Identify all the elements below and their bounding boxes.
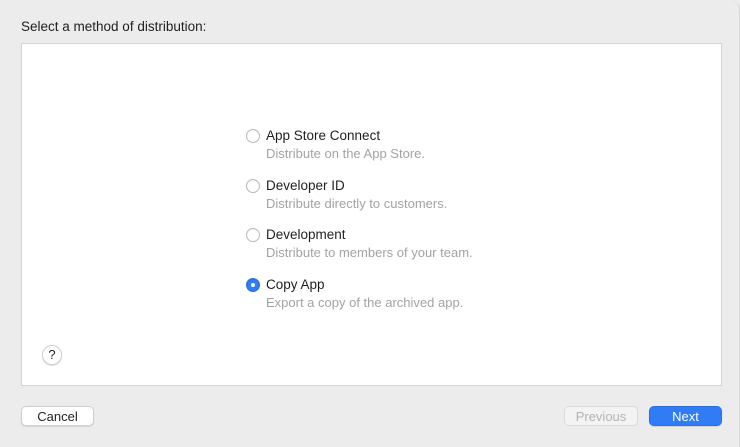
option-description: Distribute to members of your team. [266, 245, 473, 260]
question-mark-icon: ? [48, 347, 56, 362]
radio-copy-app[interactable] [246, 277, 260, 292]
option-title: Development [266, 227, 346, 242]
cancel-button[interactable]: Cancel [21, 406, 94, 426]
distribution-options-panel: App Store Connect Distribute on the App … [21, 43, 722, 386]
option-title: App Store Connect [266, 128, 381, 143]
option-description: Export a copy of the archived app. [266, 294, 464, 310]
option-description: Distribute directly to customers. [266, 195, 448, 211]
option-description: Distribute on the App Store. [266, 146, 425, 161]
prompt-label: Select a method of distribution: [21, 19, 207, 34]
previous-button[interactable]: Previous [564, 406, 638, 426]
option-title: Copy App [266, 276, 325, 292]
radio-development[interactable] [246, 228, 260, 242]
help-button[interactable]: ? [42, 345, 62, 365]
radio-app-store-connect[interactable] [246, 129, 260, 143]
radio-developer-id[interactable] [246, 178, 260, 193]
option-title: Developer ID [266, 177, 345, 193]
distribution-sheet: Select a method of distribution: App Sto… [0, 0, 740, 447]
next-button[interactable]: Next [649, 406, 722, 426]
